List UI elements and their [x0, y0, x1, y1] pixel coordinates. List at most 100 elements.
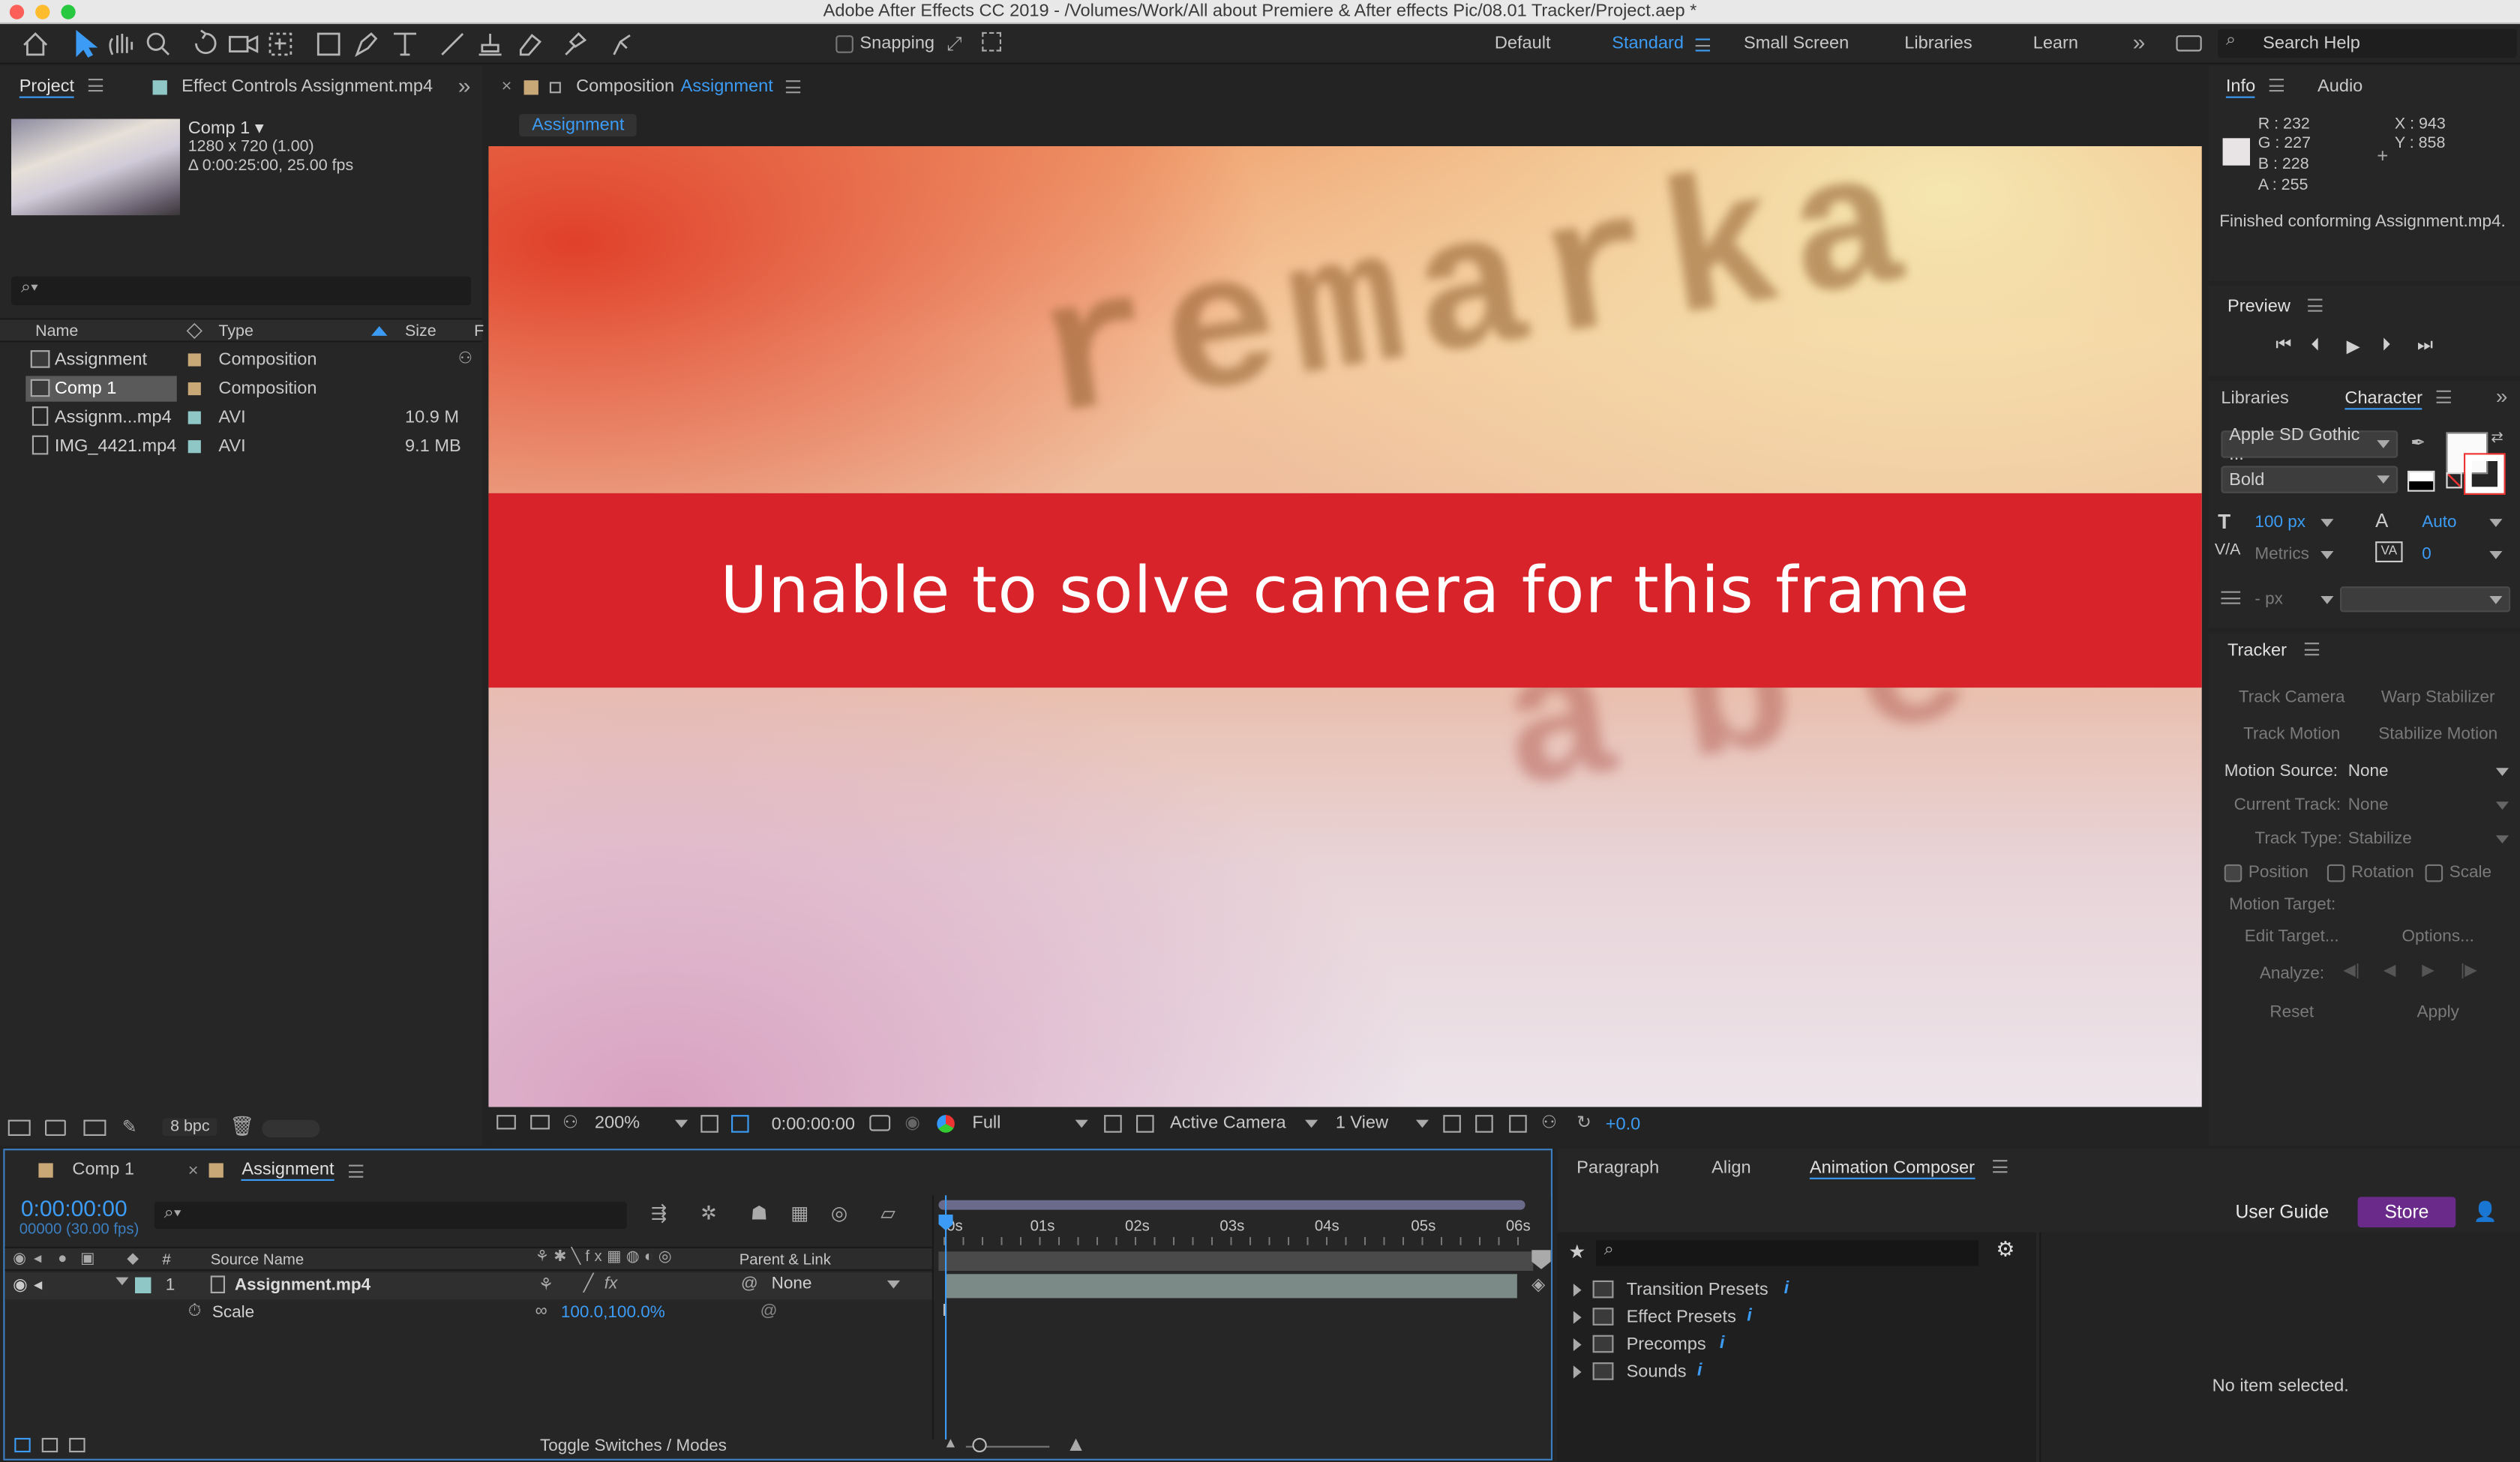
track-camera-button[interactable]: Track Camera	[2224, 683, 2360, 710]
position-checkbox-box[interactable]	[2224, 863, 2242, 882]
character-menu-icon[interactable]	[2437, 390, 2452, 403]
zoom-select[interactable]: 200%	[595, 1113, 688, 1133]
channels-icon[interactable]	[937, 1115, 955, 1133]
project-item-row[interactable]: IMG_4421.mp4 AVI 9.1 MB	[0, 432, 482, 461]
camera-tool-icon[interactable]	[229, 35, 259, 53]
views-select[interactable]: 1 View	[1336, 1113, 1429, 1133]
exposure-value[interactable]: +0.0	[1606, 1115, 1641, 1134]
snapping-options-icon[interactable]: ⤢	[946, 32, 962, 56]
fast-previews-icon[interactable]	[1104, 1115, 1122, 1133]
home-icon[interactable]	[23, 32, 48, 56]
trash-icon[interactable]: 🗑	[230, 1115, 254, 1137]
workspace-editor-icon[interactable]	[2176, 35, 2202, 52]
composition-menu-icon[interactable]	[785, 80, 801, 94]
motion-blur-icon[interactable]: ◎	[831, 1202, 880, 1224]
account-icon[interactable]: 👤	[2474, 1200, 2498, 1223]
warp-stabilizer-button[interactable]: Warp Stabilizer	[2371, 683, 2506, 710]
tree-item-effect-presets[interactable]: Effect Presets i	[1557, 1303, 2036, 1330]
selection-tool-icon[interactable]	[76, 29, 98, 58]
kerning-value[interactable]: Metrics	[2254, 544, 2309, 564]
character-tab[interactable]: Character	[2344, 388, 2452, 410]
analyze-forward-icon[interactable]: ▶	[2422, 963, 2460, 981]
panel-overflow-icon[interactable]: »	[458, 72, 471, 97]
composition-mini-flowchart-icon[interactable]: ⇶	[651, 1202, 700, 1224]
no-color-icon[interactable]	[2446, 472, 2462, 489]
tree-item-precomps[interactable]: Precomps i	[1557, 1330, 2036, 1357]
rectangle-tool-icon[interactable]	[316, 32, 340, 56]
workspace-learn[interactable]: Learn	[2033, 34, 2078, 53]
comp1-tab[interactable]: Comp 1	[38, 1160, 134, 1179]
info-menu-icon[interactable]	[2270, 79, 2284, 92]
timeline-menu-icon[interactable]	[348, 1164, 364, 1177]
flowchart-icon[interactable]: ⚇	[1541, 1112, 1557, 1133]
constrain-proportions-icon[interactable]: ∞	[536, 1302, 548, 1321]
transfer-controls-icon[interactable]	[41, 1437, 58, 1453]
draft-3d-icon[interactable]: ✲	[700, 1202, 750, 1224]
project-search-field[interactable]: ⌕▾	[11, 276, 471, 306]
chevron-down-icon[interactable]	[2320, 596, 2334, 604]
reset-exposure-icon[interactable]: ↻	[1576, 1112, 1592, 1133]
stabilize-motion-button[interactable]: Stabilize Motion	[2371, 720, 2506, 747]
layer-duration-bar[interactable]	[945, 1274, 1517, 1299]
adjust-project-icon[interactable]: ✎	[122, 1116, 137, 1137]
snapping-checkbox[interactable]	[836, 34, 854, 52]
font-style-select[interactable]: Bold	[2221, 466, 2398, 493]
snapshot-icon[interactable]	[869, 1115, 891, 1131]
composition-viewer[interactable]: remarka abe Unable to solve camera for t…	[488, 146, 2202, 1107]
expand-arrow-icon[interactable]	[1573, 1284, 1582, 1297]
col-type-header[interactable]: Type	[218, 323, 253, 341]
flowchart-icon[interactable]: ⚇	[458, 350, 472, 368]
info-icon[interactable]: i	[1697, 1361, 1702, 1380]
layer-switches-icon[interactable]	[14, 1437, 31, 1453]
work-area-bar[interactable]	[938, 1200, 1526, 1210]
label-header-icon[interactable]: ◆	[127, 1250, 139, 1268]
fx-switch-icon[interactable]: fx	[604, 1274, 618, 1293]
toggle-switches-modes[interactable]: Toggle Switches / Modes	[540, 1437, 727, 1456]
pan-behind-tool-icon[interactable]	[268, 32, 292, 56]
source-name-header[interactable]: Source Name	[211, 1251, 304, 1269]
new-folder-icon[interactable]	[45, 1119, 66, 1136]
layer-name[interactable]: Assignment.mp4	[235, 1275, 370, 1295]
project-item-row[interactable]: Comp 1 Composition	[0, 374, 482, 403]
composition-subtab[interactable]: Assignment	[519, 114, 638, 137]
previous-frame-icon[interactable]: ⏴	[2311, 336, 2346, 357]
info-icon[interactable]: i	[1747, 1306, 1752, 1326]
assignment-timeline-tab[interactable]: × Assignment	[188, 1160, 364, 1181]
workspace-libraries[interactable]: Libraries	[1904, 34, 1972, 53]
pickwhip-icon[interactable]: @	[741, 1274, 758, 1293]
chevron-down-icon[interactable]	[2489, 519, 2503, 527]
resolution-select[interactable]: Full	[972, 1113, 1088, 1133]
fit-icon[interactable]	[700, 1115, 718, 1133]
rotation-checkbox-box[interactable]	[2326, 863, 2345, 882]
first-frame-icon[interactable]: ⏮	[2276, 336, 2311, 357]
preview-menu-icon[interactable]	[2308, 298, 2323, 312]
col-f-header[interactable]: F	[474, 323, 484, 341]
video-visibility-header-icon[interactable]: ◉	[13, 1250, 26, 1268]
user-guide-button[interactable]: User Guide	[2216, 1197, 2348, 1227]
col-size-header[interactable]: Size	[405, 323, 436, 341]
property-row[interactable]: ⏱ Scale ∞ 100.0,100.0% @	[4, 1300, 932, 1327]
quality-switch-icon[interactable]: ╱	[584, 1274, 594, 1293]
favorites-star-icon[interactable]: ★	[1568, 1240, 1586, 1263]
paragraph-tab[interactable]: Paragraph	[1576, 1158, 1659, 1178]
tree-item-sounds[interactable]: Sounds i	[1557, 1358, 2036, 1385]
parent-select[interactable]: None	[772, 1274, 900, 1293]
audio-icon[interactable]: ◂	[34, 1275, 42, 1295]
lock-icon[interactable]	[550, 81, 562, 93]
new-composition-icon[interactable]	[83, 1119, 106, 1136]
current-track-select[interactable]: None	[2348, 792, 2509, 817]
options-button[interactable]: Options...	[2371, 922, 2506, 949]
leading-value[interactable]: Auto	[2422, 513, 2456, 532]
project-tab[interactable]: Project	[19, 76, 104, 98]
position-checkbox[interactable]: Position	[2224, 863, 2308, 882]
workspace-menu-icon[interactable]	[1695, 38, 1710, 52]
selected-item-name[interactable]: Comp 1 ▾	[188, 117, 264, 139]
rotation-checkbox[interactable]: Rotation	[2326, 863, 2414, 882]
puppet-tool-icon[interactable]	[613, 34, 631, 55]
align-tab[interactable]: Align	[1712, 1158, 1750, 1178]
property-pickwhip-icon[interactable]: @	[760, 1302, 778, 1321]
transparency-grid-icon[interactable]	[1136, 1115, 1154, 1133]
snapping-toggle[interactable]: Snapping	[836, 34, 934, 53]
last-frame-icon[interactable]: ⏭	[2417, 336, 2452, 357]
hand-tool-icon[interactable]	[109, 33, 134, 55]
